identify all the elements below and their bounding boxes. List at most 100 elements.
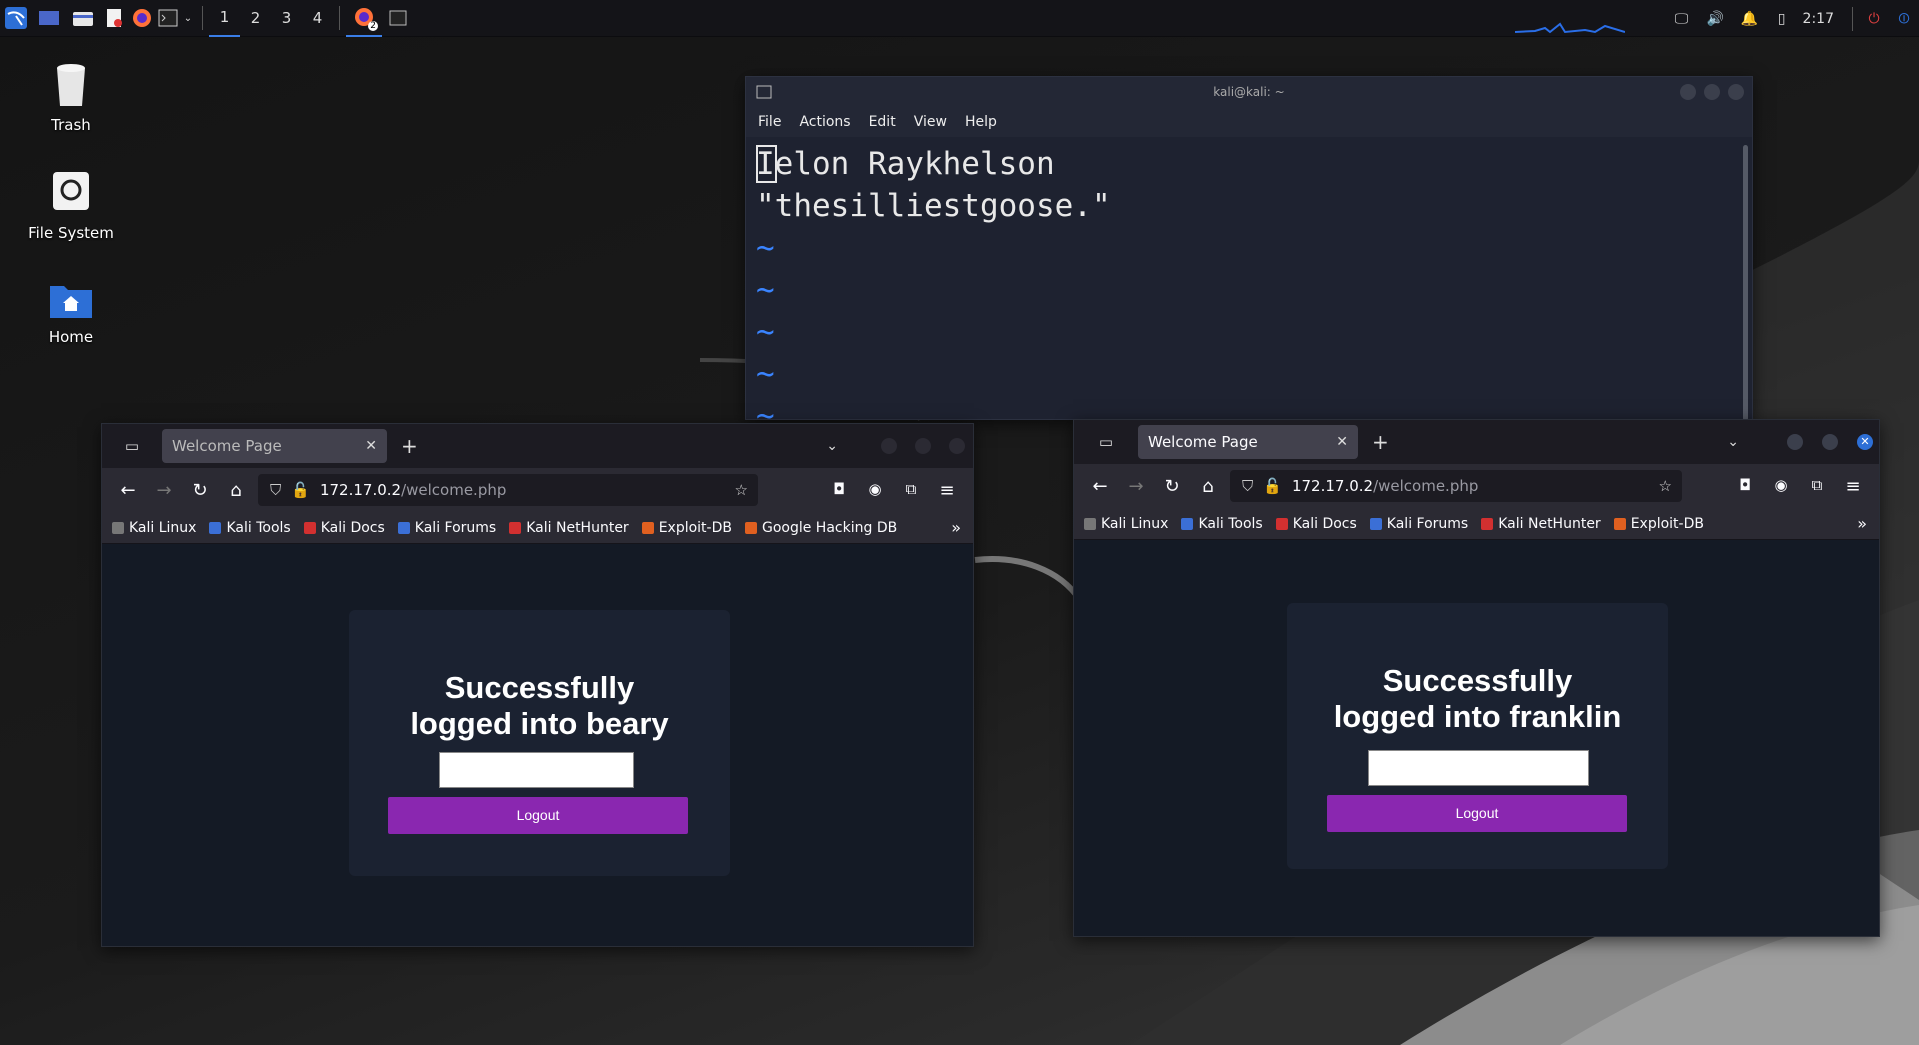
minimize-button[interactable] [1680,84,1696,100]
maximize-button[interactable] [1704,84,1720,100]
desktop-icon-file-system[interactable]: File System [16,170,126,242]
terminal-scrollbar[interactable] [1743,145,1748,421]
pocket-icon[interactable]: ◘ [821,480,857,501]
insecure-lock-icon[interactable]: 🔓 [291,481,310,499]
bookmark-item[interactable]: Kali Linux [1084,516,1168,532]
battery-icon[interactable]: ▯ [1767,0,1797,37]
taskbar-terminal[interactable] [382,0,414,37]
text-editor-icon [107,9,122,27]
file-manager-launcher[interactable] [66,0,100,37]
bookmark-star-icon[interactable]: ☆ [1659,477,1672,495]
minimize-button[interactable] [1787,434,1803,450]
firefox-view-icon[interactable]: ▭ [1074,433,1138,451]
empty-line-marker: ~ [756,398,775,421]
bookmark-item[interactable]: Kali Linux [112,520,196,536]
menu-actions[interactable]: Actions [799,114,850,130]
panel-separator [339,6,340,30]
extensions-icon[interactable]: ⧉ [1799,476,1835,497]
clock[interactable]: 2:17 [1803,11,1834,27]
minimize-button[interactable] [881,438,897,454]
menu-view[interactable]: View [914,114,947,130]
workspace-2[interactable]: 2 [240,0,271,37]
window-title: kali@kali: ~ [1213,85,1285,99]
menu-edit[interactable]: Edit [869,114,896,130]
close-button[interactable]: ✕ [1857,434,1873,450]
desktop-icon [39,11,59,25]
bookmarks-overflow-icon[interactable]: » [951,518,961,537]
bookmark-item[interactable]: Kali NetHunter [1481,516,1601,532]
firefox-launcher[interactable] [128,0,156,37]
maximize-button[interactable] [915,438,931,454]
power-icon[interactable]: ⏼ [1889,0,1919,37]
navigation-bar: ← → ↻ ⌂ ⛉ 🔓 172.17.0.2/welcome.php ☆ ◘ ◉… [102,468,973,512]
app-menu-icon[interactable]: ≡ [929,480,965,501]
tab-welcome-page[interactable]: Welcome Page ✕ [1138,425,1358,459]
bookmark-item[interactable]: Kali Tools [1181,516,1263,532]
bookmark-item[interactable]: Kali Docs [303,520,385,536]
bookmarks-overflow-icon[interactable]: » [1857,514,1867,533]
account-icon[interactable]: ◉ [857,480,893,501]
shield-icon[interactable]: ⛉ [1242,477,1253,495]
workspace-3[interactable]: 3 [271,0,302,37]
url-bar[interactable]: ⛉ 🔓 172.17.0.2/welcome.php ☆ [258,474,758,506]
menu-help[interactable]: Help [965,114,997,130]
home-button[interactable]: ⌂ [218,480,254,501]
new-tab-button[interactable]: + [401,434,418,458]
window-count-badge: 2 [368,20,378,31]
text-input[interactable] [1368,750,1589,786]
firefox-view-icon[interactable]: ▭ [102,437,162,455]
terminal-launcher[interactable] [156,0,180,37]
terminal-text-area[interactable]: Ielon Raykhelson "thesilliestgoose." ~ ~… [746,137,1752,421]
shield-icon[interactable]: ⛉ [270,481,281,499]
bookmark-item[interactable]: Exploit-DB [1613,516,1704,532]
maximize-button[interactable] [1822,434,1838,450]
list-all-tabs-icon[interactable]: ⌄ [826,438,838,454]
bookmark-item[interactable]: Exploit-DB [641,520,732,536]
new-tab-button[interactable]: + [1372,430,1389,454]
show-desktop-button[interactable] [32,0,66,37]
reload-button[interactable]: ↻ [182,480,218,501]
bookmark-item[interactable]: Google Hacking DB [744,520,897,536]
bookmark-item[interactable]: Kali Docs [1275,516,1357,532]
volume-icon[interactable]: 🔊 [1699,0,1733,37]
back-button[interactable]: ← [110,480,146,501]
url-bar[interactable]: ⛉ 🔓 172.17.0.2/welcome.php ☆ [1230,470,1682,502]
reload-button[interactable]: ↻ [1154,476,1190,497]
workspace-4[interactable]: 4 [302,0,333,37]
bookmark-item[interactable]: Kali Forums [1369,516,1468,532]
network-icon[interactable]: 🖵 [1665,0,1699,37]
pocket-icon[interactable]: ◘ [1727,476,1763,497]
close-tab-icon[interactable]: ✕ [1336,434,1348,450]
home-button[interactable]: ⌂ [1190,476,1226,497]
account-icon[interactable]: ◉ [1763,476,1799,497]
kali-menu-button[interactable] [0,0,32,37]
bookmark-item[interactable]: Kali Forums [397,520,496,536]
logout-button[interactable]: Logout [1327,795,1627,832]
desktop-icon-home[interactable]: Home [16,280,126,346]
desktop-icon-trash[interactable]: Trash [16,62,126,134]
back-button[interactable]: ← [1082,476,1118,497]
notification-bell-icon[interactable]: 🔔 [1733,0,1767,37]
close-button[interactable] [949,438,965,454]
list-all-tabs-icon[interactable]: ⌄ [1727,434,1739,450]
close-button[interactable] [1728,84,1744,100]
window-titlebar[interactable]: kali@kali: ~ [746,77,1752,107]
app-menu-icon[interactable]: ≡ [1835,476,1871,497]
close-tab-icon[interactable]: ✕ [365,438,377,454]
text-editor-launcher[interactable] [100,0,128,37]
bookmark-item[interactable]: Kali Tools [209,520,291,536]
bookmark-item[interactable]: Kali NetHunter [509,520,629,536]
forward-button[interactable]: → [146,480,182,501]
logout-button[interactable]: Logout [388,797,688,834]
forward-button[interactable]: → [1118,476,1154,497]
insecure-lock-icon[interactable]: 🔓 [1263,477,1282,495]
text-input[interactable] [439,752,634,788]
lock-screen-icon[interactable]: ⏻ [1859,0,1889,37]
taskbar-firefox-group[interactable]: 2 [346,0,382,37]
workspace-1[interactable]: 1 [209,0,240,37]
tab-welcome-page[interactable]: Welcome Page ✕ [162,429,387,463]
chevron-down-icon[interactable]: ⌄ [180,0,196,37]
menu-file[interactable]: File [758,114,781,130]
bookmark-star-icon[interactable]: ☆ [735,481,748,499]
extensions-icon[interactable]: ⧉ [893,480,929,501]
